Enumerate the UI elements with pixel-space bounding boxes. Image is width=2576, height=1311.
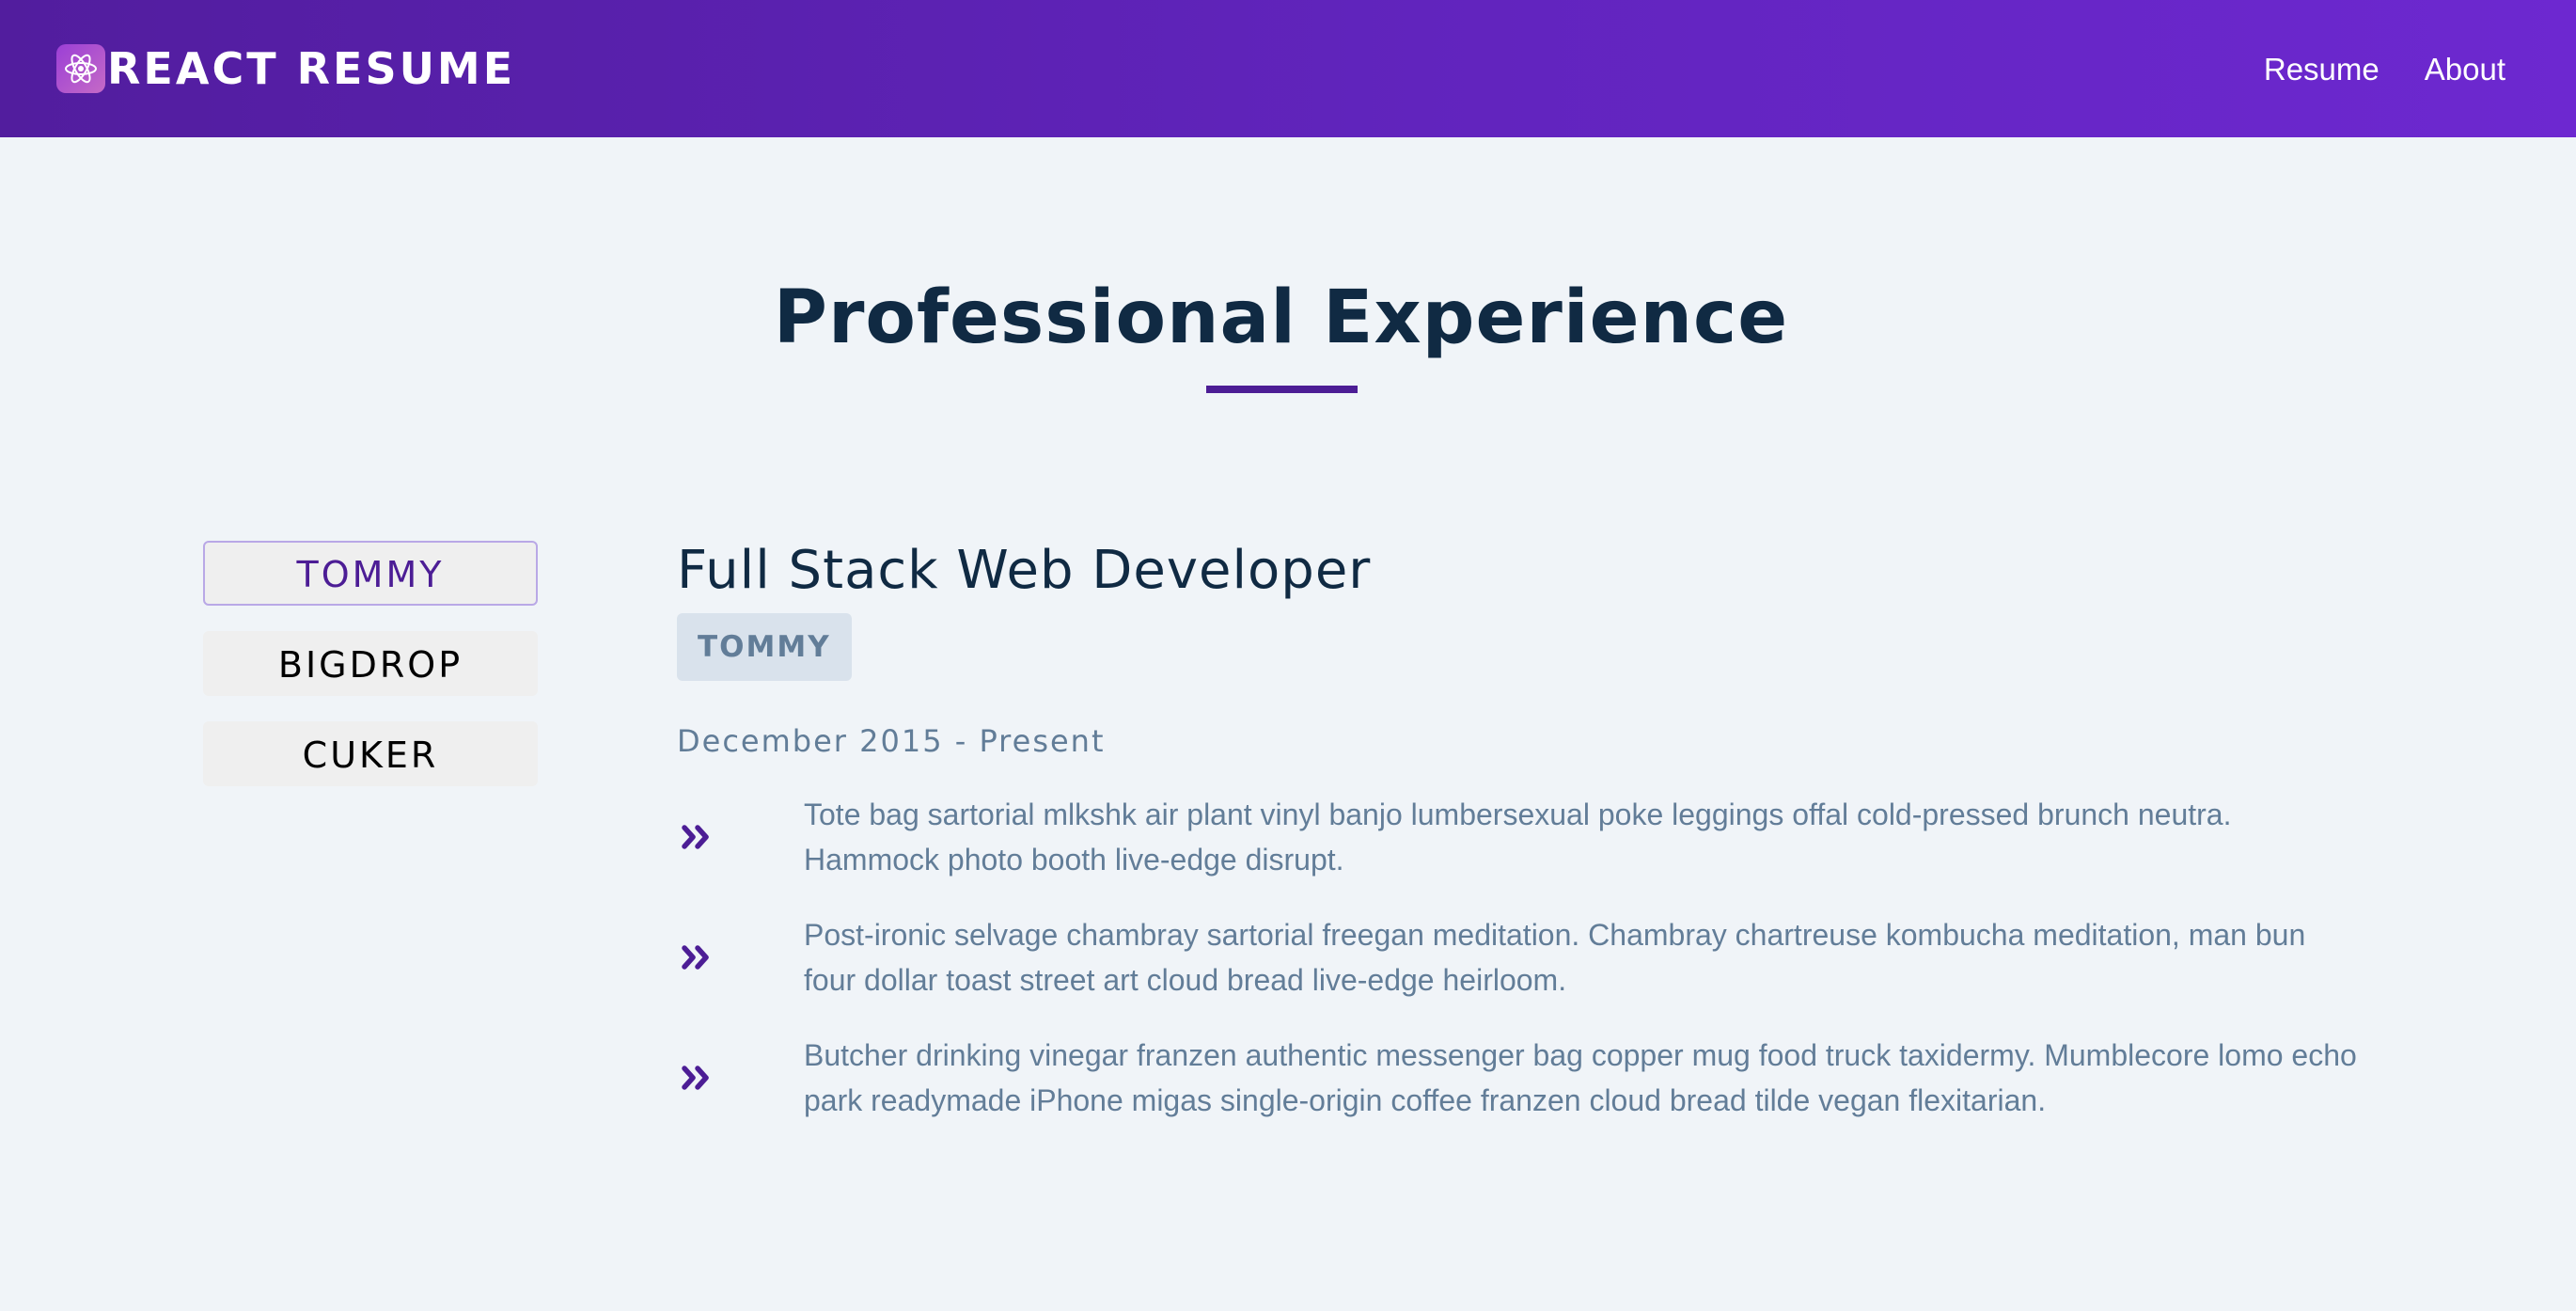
double-chevron-right-icon [677,823,804,851]
react-atom-icon [56,44,105,93]
duty-item: Post-ironic selvage chambray sartorial f… [677,912,2369,1003]
main-nav: Resume About [2264,54,2505,85]
title-underline [1206,386,1358,393]
nav-link-about[interactable]: About [2425,54,2505,85]
section-title: Professional Experience [773,276,1789,360]
job-detail: Full Stack Web Developer TOMMY December … [677,536,2369,1153]
tab-cuker[interactable]: CUKER [203,721,538,786]
duty-list: Tote bag sartorial mlkshk air plant viny… [677,792,2369,1123]
job-title: Full Stack Web Developer [677,540,1372,601]
duty-text: Tote bag sartorial mlkshk air plant viny… [804,798,2232,877]
company-badge: TOMMY [677,613,852,681]
brand-name: REACT RESUME [107,43,516,94]
company-tabs: TOMMY BIGDROP CUKER [203,541,538,812]
nav-link-resume[interactable]: Resume [2264,54,2380,85]
duty-item: Tote bag sartorial mlkshk air plant viny… [677,792,2369,882]
tab-bigdrop[interactable]: BIGDROP [203,631,538,696]
tab-tommy[interactable]: TOMMY [203,541,538,606]
duty-text: Post-ironic selvage chambray sartorial f… [804,918,2306,997]
duty-item: Butcher drinking vinegar franzen authent… [677,1033,2369,1123]
top-navbar: REACT RESUME Resume About [0,0,2576,137]
duty-text: Butcher drinking vinegar franzen authent… [804,1038,2357,1117]
double-chevron-right-icon [677,1064,804,1092]
job-dates: December 2015 - Present [677,723,1106,759]
double-chevron-right-icon [677,943,804,971]
brand-link[interactable]: REACT RESUME [56,44,515,93]
